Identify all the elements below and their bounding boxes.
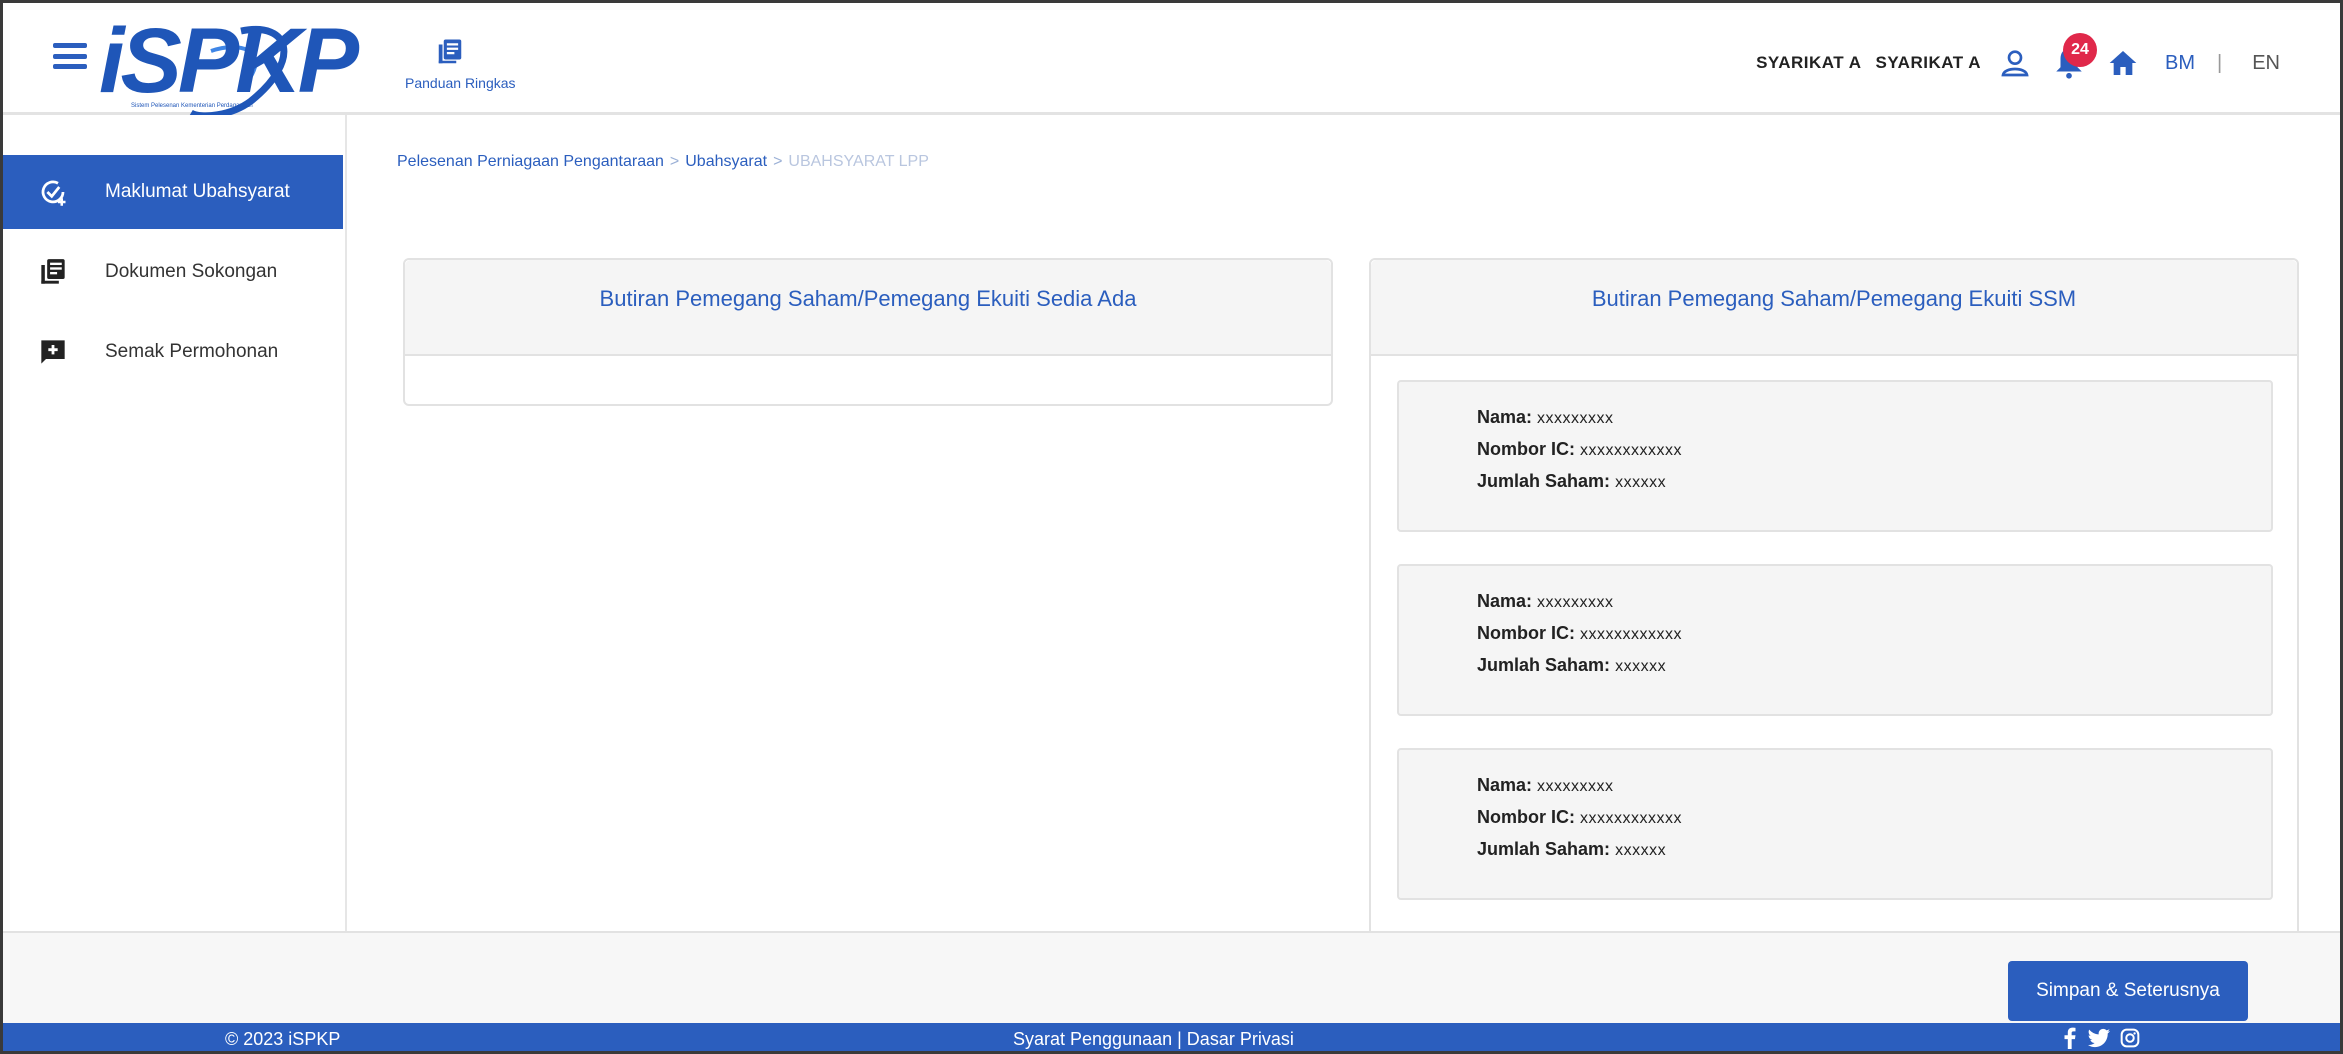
lang-separator: | [2217, 51, 2223, 74]
ic-value: xxxxxxxxxxxx [1580, 626, 1683, 643]
panel-title: Butiran Pemegang Saham/Pemegang Ekuiti S… [405, 260, 1331, 356]
name-value: xxxxxxxxx [1537, 594, 1614, 611]
name-label: Nama: [1477, 775, 1533, 795]
twitter-icon[interactable] [2088, 1028, 2110, 1048]
sidebar-item-label: Dokumen Sokongan [105, 261, 278, 282]
shareholder-card: Nama: xxxxxxxxx Nombor IC: xxxxxxxxxxxx … [1397, 748, 2273, 900]
header-right: SYARIKAT A SYARIKAT A 24 BM | EN [1756, 23, 2280, 103]
panel-title: Butiran Pemegang Saham/Pemegang Ekuiti S… [1371, 260, 2297, 356]
add-comment-icon [37, 336, 69, 368]
action-bar: Simpan & Seterusnya [3, 931, 2340, 1023]
lang-bm-link[interactable]: BM [2165, 52, 2195, 75]
lang-en-link[interactable]: EN [2252, 52, 2280, 75]
shares-label: Jumlah Saham: [1477, 655, 1611, 675]
shareholder-card: Nama: xxxxxxxxx Nombor IC: xxxxxxxxxxxx … [1397, 564, 2273, 716]
ic-label: Nombor IC: [1477, 439, 1575, 459]
breadcrumb-item-current: UBAHSYARAT LPP [788, 153, 929, 170]
ic-value: xxxxxxxxxxxx [1580, 810, 1683, 827]
document-icon [37, 256, 69, 288]
instagram-icon[interactable] [2120, 1028, 2140, 1048]
document-icon [438, 39, 462, 64]
logo-text: iSPKP [99, 10, 359, 112]
hamburger-menu-icon[interactable] [53, 43, 87, 69]
breadcrumb-separator: > [773, 153, 783, 170]
name-value: xxxxxxxxx [1537, 778, 1614, 795]
shares-value: xxxxxx [1615, 842, 1667, 859]
name-label: Nama: [1477, 591, 1533, 611]
sidebar-item-semak-permohonan[interactable]: Semak Permohonan [3, 315, 343, 389]
breadcrumb: Pelesenan Perniagaan Pengantaraan > Ubahsy… [397, 153, 929, 171]
footer-copyright: © 2023 iSPKP [225, 1029, 341, 1049]
sidebar-item-dokumen-sokongan[interactable]: Dokumen Sokongan [3, 235, 343, 309]
check-plus-icon [37, 176, 69, 208]
company-name: SYARIKAT A [1756, 53, 1862, 72]
shares-label: Jumlah Saham: [1477, 471, 1611, 491]
breadcrumb-item-pelesenan[interactable]: Pelesenan Perniagaan Pengantaraan [397, 153, 664, 170]
shareholder-card: Nama: xxxxxxxxx Nombor IC: xxxxxxxxxxxx … [1397, 380, 2273, 532]
breadcrumb-item-ubahsyarat[interactable]: Ubahsyarat [685, 153, 767, 170]
notification-bell-icon[interactable]: 24 [2049, 33, 2097, 83]
ssm-shareholders-panel: Butiran Pemegang Saham/Pemegang Ekuiti S… [1369, 258, 2299, 938]
sidebar-item-maklumat-ubahsyarat[interactable]: Maklumat Ubahsyarat [3, 155, 343, 229]
quick-guide-link[interactable]: Panduan Ringkas [405, 37, 545, 91]
notification-badge: 24 [2063, 33, 2097, 67]
save-and-continue-button[interactable]: Simpan & Seterusnya [2008, 961, 2248, 1021]
sidebar-item-label: Maklumat Ubahsyarat [105, 181, 290, 202]
shares-label: Jumlah Saham: [1477, 839, 1611, 859]
footer: © 2023 iSPKP Syarat Penggunaan | Dasar P… [3, 1023, 2340, 1051]
shares-value: xxxxxx [1615, 658, 1667, 675]
home-icon[interactable] [2103, 43, 2143, 83]
breadcrumb-separator: > [669, 153, 680, 170]
name-label: Nama: [1477, 407, 1533, 427]
footer-social [2062, 1027, 2140, 1049]
sidebar: Maklumat Ubahsyarat Dokumen Sokongan Sem… [3, 115, 347, 931]
sidebar-item-label: Semak Permohonan [105, 341, 279, 362]
ic-label: Nombor IC: [1477, 807, 1575, 827]
user-icon[interactable] [1995, 43, 2035, 83]
ic-label: Nombor IC: [1477, 623, 1575, 643]
name-value: xxxxxxxxx [1537, 410, 1614, 427]
top-header: iSPKP Sistem Pelesenan Kementerian Perda… [3, 3, 2340, 120]
shares-value: xxxxxx [1615, 474, 1667, 491]
logo-tagline: Sistem Pelesenan Kementerian Perdagangan [131, 103, 253, 109]
quick-guide-label: Panduan Ringkas [405, 75, 516, 91]
app-logo[interactable]: iSPKP Sistem Pelesenan Kementerian Perda… [91, 15, 391, 120]
footer-links[interactable]: Syarat Penggunaan | Dasar Privasi [1013, 1029, 1294, 1050]
app-window: iSPKP Sistem Pelesenan Kementerian Perda… [0, 0, 2343, 1054]
company-name-secondary: SYARIKAT A [1875, 53, 1981, 72]
existing-shareholders-panel: Butiran Pemegang Saham/Pemegang Ekuiti S… [403, 258, 1333, 406]
facebook-icon[interactable] [2062, 1027, 2078, 1049]
ic-value: xxxxxxxxxxxx [1580, 442, 1683, 459]
